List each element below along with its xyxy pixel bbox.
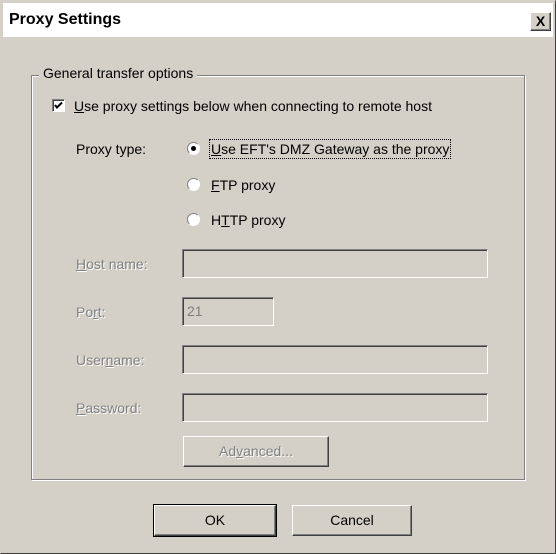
http-label-post: TP proxy [229, 212, 286, 228]
username-input[interactable] [182, 345, 488, 374]
host-label-post: ost name: [86, 256, 148, 272]
password-input[interactable] [182, 393, 488, 422]
close-icon: X [535, 13, 546, 29]
radio-ftp-proxy-label[interactable]: FTP proxy [211, 177, 275, 193]
username-label-pre: User [76, 352, 106, 368]
ftp-label-post: TP proxy [219, 177, 276, 193]
use-proxy-label-post: se proxy settings below when connecting … [84, 98, 432, 114]
radio-ftp-proxy[interactable] [187, 178, 200, 191]
cancel-button[interactable]: Cancel [292, 505, 412, 536]
host-name-label: Host name: [76, 256, 148, 272]
title-bar[interactable]: Proxy Settings X [3, 3, 553, 37]
ftp-label-mnemonic: F [211, 177, 220, 193]
http-label-pre: H [211, 212, 222, 228]
radio-dmz-gateway-label[interactable]: Use EFT's DMZ Gateway as the proxy [208, 139, 452, 159]
advanced-label-post: anced... [243, 443, 293, 459]
http-label-mnemonic: T [221, 212, 230, 228]
radio-http-proxy-label[interactable]: HTTP proxy [211, 212, 285, 228]
checkmark-icon [54, 101, 63, 109]
dmz-label-mnemonic: U [211, 141, 222, 157]
radio-selected-dot [191, 146, 196, 151]
host-name-input[interactable] [182, 249, 488, 278]
port-input[interactable]: 21 [182, 297, 274, 326]
port-label-pre: Po [76, 304, 94, 320]
port-label: Port: [76, 304, 106, 320]
radio-http-proxy[interactable] [187, 213, 200, 226]
password-label: Password: [76, 400, 141, 416]
password-label-post: assword: [85, 400, 142, 416]
advanced-button[interactable]: Advanced... [183, 436, 329, 467]
proxy-settings-dialog: Proxy Settings X General transfer option… [0, 0, 556, 554]
username-label: Username: [76, 352, 144, 368]
use-proxy-label[interactable]: Use proxy settings below when connecting… [74, 98, 432, 114]
use-proxy-label-mnemonic: U [74, 98, 85, 114]
port-label-post: t: [97, 304, 106, 320]
proxy-type-label: Proxy type: [76, 141, 147, 157]
username-label-post: ame: [113, 352, 145, 368]
use-proxy-checkbox[interactable] [52, 99, 65, 112]
group-legend: General transfer options [39, 65, 198, 81]
radio-dmz-gateway[interactable] [187, 142, 200, 155]
ok-button[interactable]: OK [153, 504, 277, 537]
window-title: Proxy Settings [9, 11, 122, 28]
password-label-mnemonic: P [76, 400, 86, 416]
host-label-mnemonic: H [76, 256, 87, 272]
advanced-label-pre: Ad [219, 443, 237, 459]
dmz-label-post: se EFT's DMZ Gateway as the proxy [221, 141, 450, 157]
close-button[interactable]: X [530, 12, 551, 31]
